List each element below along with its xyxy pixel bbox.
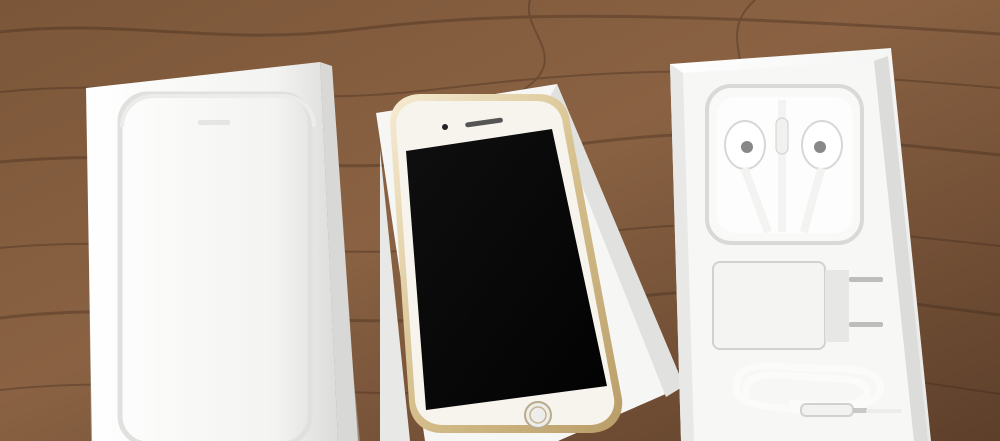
home-button-icon xyxy=(524,401,552,429)
front-camera-icon xyxy=(442,124,448,130)
plug-pin-icon xyxy=(849,322,883,327)
plug-pin-icon xyxy=(849,277,883,282)
product-box-lid xyxy=(86,62,360,441)
photo-canvas xyxy=(0,0,1000,441)
unboxing-photo xyxy=(0,0,1000,441)
earphones-case xyxy=(705,84,864,245)
